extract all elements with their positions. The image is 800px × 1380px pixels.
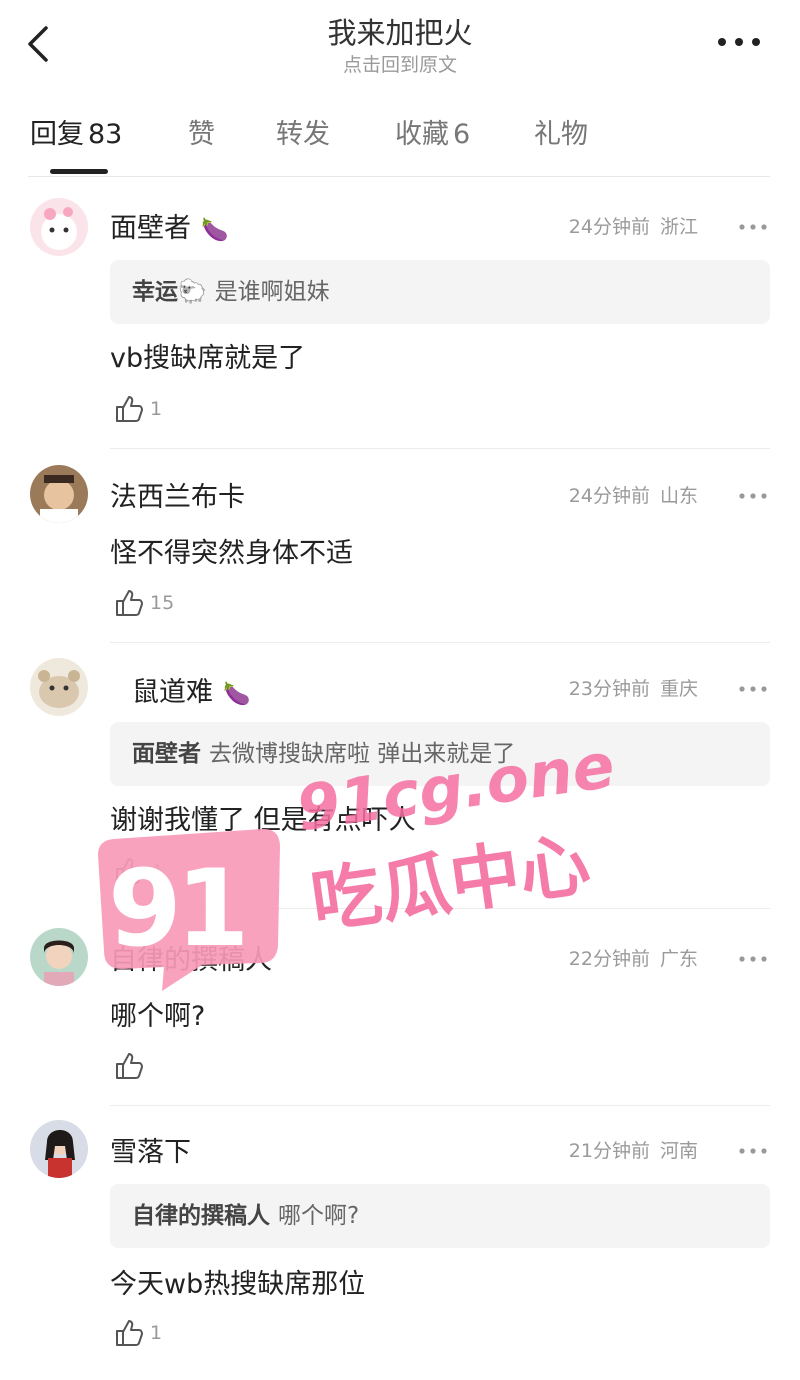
more-horizontal-icon: [739, 1148, 767, 1154]
quoted-user: 幸运🐑: [132, 279, 207, 305]
tab-likes[interactable]: 赞: [188, 112, 215, 151]
comment-meta: 24分钟前 山东: [569, 481, 698, 508]
divider: [28, 176, 770, 177]
username[interactable]: 雪落下: [110, 1130, 191, 1169]
comment-item: 面壁者 🍆 24分钟前 浙江 幸运🐑 是谁啊姐妹 vb搜缺席就是了 1: [0, 190, 800, 450]
thumbs-up-icon: [116, 1320, 143, 1346]
thumbs-up-icon: [116, 396, 143, 422]
tab-count: 6: [453, 119, 471, 150]
tab-count: 83: [88, 119, 123, 150]
quoted-reply[interactable]: 面壁者 去微博搜缺席啦 弹出来就是了: [110, 722, 770, 786]
comment-text: 哪个啊?: [110, 1001, 206, 1032]
comment-more-button[interactable]: [738, 1142, 768, 1154]
like-count: 1: [150, 398, 163, 420]
comment-meta: 22分钟前 广东: [569, 944, 698, 971]
comment-meta: 24分钟前 浙江: [569, 212, 698, 239]
like-count: 4: [150, 860, 163, 882]
like-button[interactable]: 1: [114, 1318, 162, 1348]
avatar[interactable]: [30, 1120, 88, 1178]
thumbs-up-icon: [116, 1053, 143, 1079]
timestamp: 24分钟前: [568, 216, 650, 238]
region: 广东: [659, 948, 698, 970]
eggplant-badge-icon: 🍆: [223, 682, 251, 707]
quoted-reply[interactable]: 幸运🐑 是谁啊姐妹: [110, 260, 770, 324]
timestamp: 23分钟前: [568, 678, 650, 700]
like-count: 15: [150, 592, 175, 614]
divider: [110, 448, 770, 449]
timestamp: 22分钟前: [568, 948, 650, 970]
more-horizontal-icon: [739, 493, 767, 499]
quoted-text: 去微博搜缺席啦 弹出来就是了: [209, 741, 516, 767]
like-button[interactable]: 4: [114, 856, 162, 886]
comment-text: vb搜缺席就是了: [110, 343, 306, 374]
comment-more-button[interactable]: [738, 218, 768, 230]
tab-reposts[interactable]: 转发: [276, 112, 330, 151]
top-bar: 我来加把火 点击回到原文: [0, 0, 800, 90]
thumbs-up-icon: [116, 590, 143, 616]
comment-meta: 23分钟前 重庆: [569, 674, 698, 701]
comment-text: 怪不得突然身体不适: [110, 538, 353, 569]
region: 浙江: [659, 216, 698, 238]
active-tab-indicator: [50, 169, 108, 174]
comment-more-button[interactable]: [738, 487, 768, 499]
avatar[interactable]: [30, 928, 88, 986]
quoted-reply[interactable]: 自律的撰稿人 哪个啊?: [110, 1184, 770, 1248]
username[interactable]: 法西兰布卡: [110, 475, 245, 514]
tab-gifts[interactable]: 礼物: [534, 112, 588, 151]
thumbs-up-icon: [116, 858, 143, 884]
more-options-button[interactable]: [716, 30, 762, 54]
like-count: 1: [150, 1322, 163, 1344]
divider: [110, 642, 770, 643]
comment-text: 今天wb热搜缺席那位: [110, 1269, 366, 1300]
quoted-user: 自律的撰稿人: [132, 1203, 270, 1229]
tab-label: 礼物: [534, 119, 588, 150]
region: 重庆: [659, 678, 698, 700]
comment-more-button[interactable]: [738, 680, 768, 692]
more-horizontal-icon: [739, 224, 767, 230]
avatar[interactable]: [30, 465, 88, 523]
back-to-original-link[interactable]: 点击回到原文: [0, 50, 800, 77]
tab-replies[interactable]: 回复 83: [30, 112, 122, 151]
quoted-text: 是谁啊姐妹: [214, 279, 330, 305]
tab-favorites[interactable]: 收藏 6: [395, 112, 470, 151]
tab-label: 赞: [188, 119, 215, 150]
region: 山东: [659, 485, 698, 507]
more-horizontal-icon: [739, 956, 767, 962]
comment-item: 雪落下 21分钟前 河南 自律的撰稿人 哪个啊? 今天wb热搜缺席那位 1: [0, 1112, 800, 1374]
comment-text: 谢谢我懂了 但是有点吓人: [110, 805, 416, 836]
more-horizontal-icon: [739, 686, 767, 692]
more-horizontal-icon: [718, 38, 760, 46]
divider: [110, 1105, 770, 1106]
timestamp: 21分钟前: [568, 1140, 650, 1162]
avatar[interactable]: [30, 658, 88, 716]
tab-bar: 回复 83 赞 转发 收藏 6 礼物: [0, 100, 800, 178]
username[interactable]: 面壁者 🍆: [110, 206, 228, 245]
comment-meta: 21分钟前 河南: [569, 1136, 698, 1163]
tab-label: 收藏: [395, 119, 449, 150]
like-button[interactable]: 15: [114, 588, 174, 618]
comment-item: 鼠道难 🍆 23分钟前 重庆 面壁者 去微博搜缺席啦 弹出来就是了 谢谢我懂了 但是有…: [0, 648, 800, 910]
comment-item: 自律的撰稿人 22分钟前 广东 哪个啊?: [0, 918, 800, 1108]
tab-label: 转发: [276, 119, 330, 150]
eggplant-badge-icon: 🍆: [201, 218, 229, 243]
username[interactable]: 鼠道难 🍆: [132, 670, 250, 709]
comment-item: 法西兰布卡 24分钟前 山东 怪不得突然身体不适 15: [0, 455, 800, 645]
comment-more-button[interactable]: [738, 950, 768, 962]
timestamp: 24分钟前: [568, 485, 650, 507]
divider: [110, 908, 770, 909]
quoted-text: 哪个啊?: [278, 1203, 360, 1229]
like-button[interactable]: [114, 1051, 150, 1081]
avatar[interactable]: [30, 198, 88, 256]
region: 河南: [659, 1140, 698, 1162]
tab-label: 回复: [30, 119, 84, 150]
post-title[interactable]: 我来加把火: [0, 10, 800, 52]
quoted-user: 面壁者: [132, 741, 201, 767]
username[interactable]: 自律的撰稿人: [110, 938, 272, 977]
like-button[interactable]: 1: [114, 394, 162, 424]
